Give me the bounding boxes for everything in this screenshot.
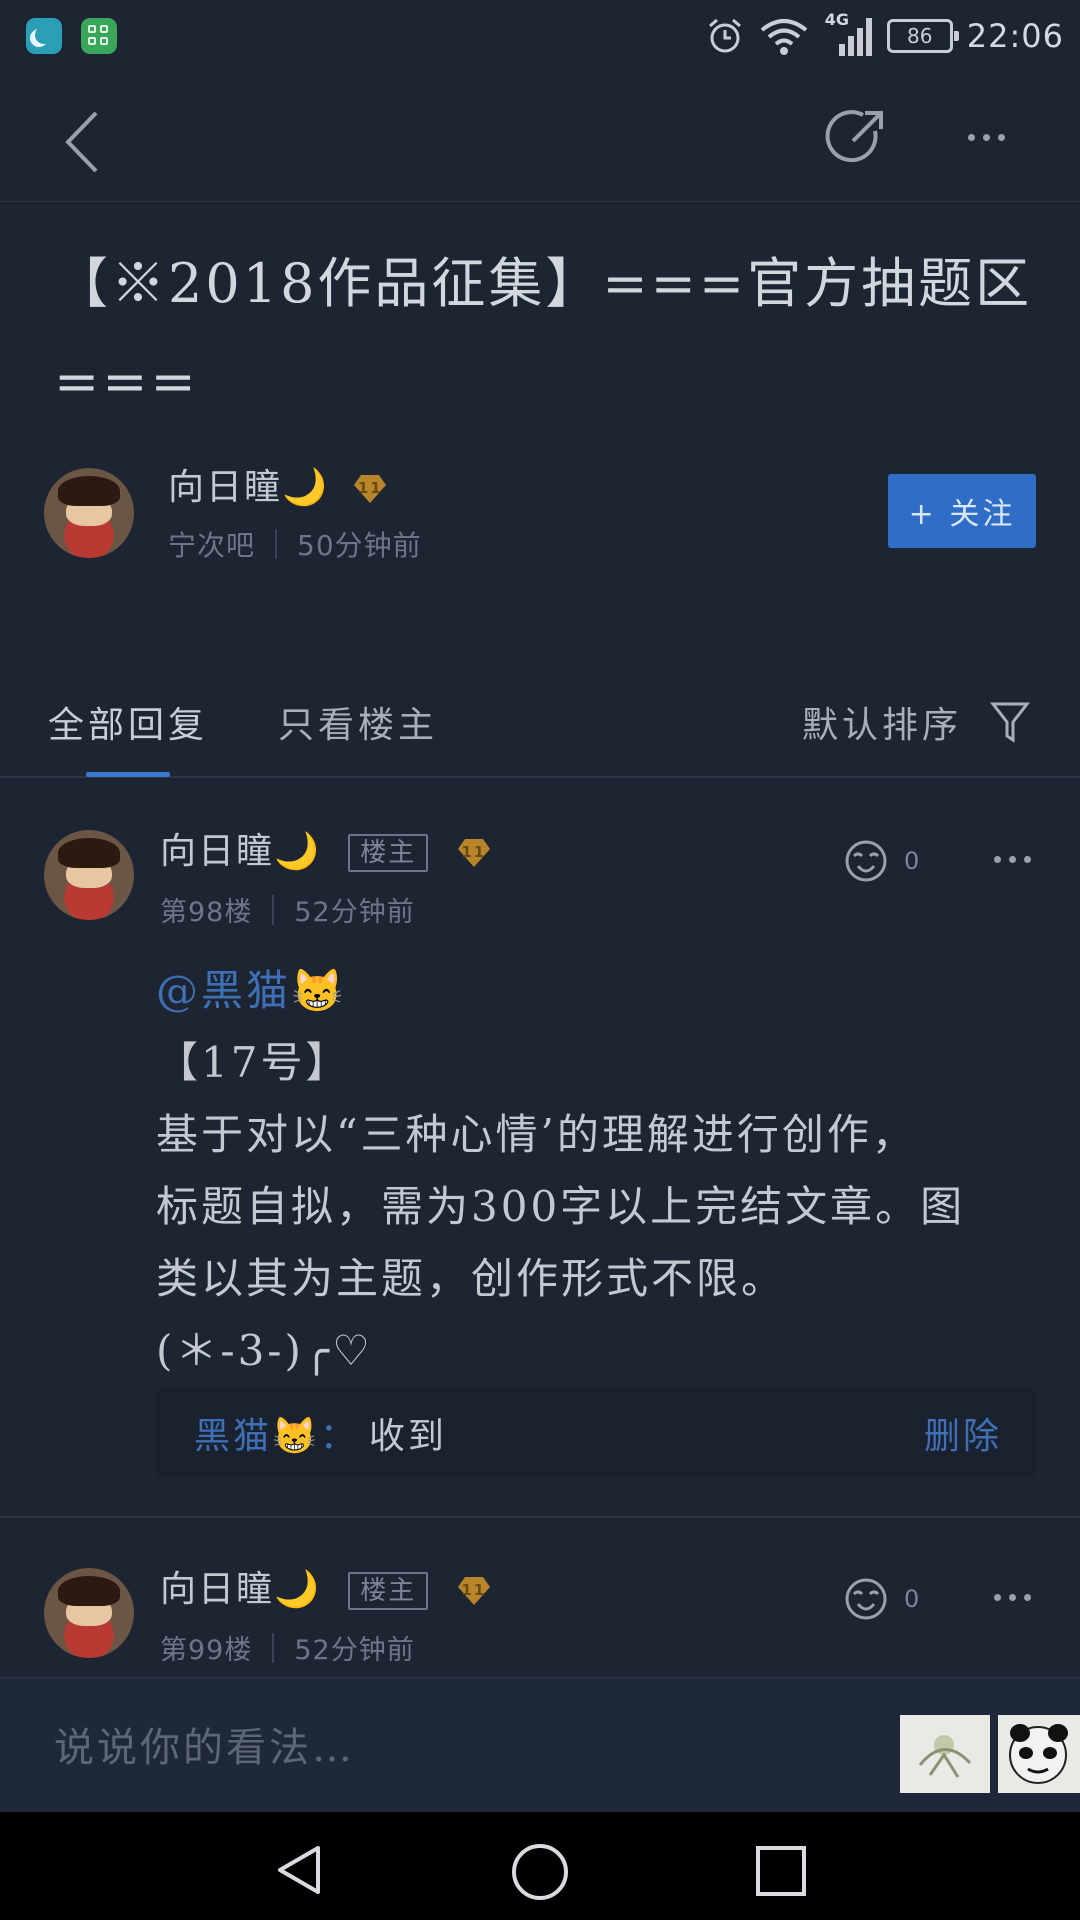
- floor-meta: 第98楼 52分钟前: [160, 890, 415, 929]
- owner-badge: 楼主: [348, 1572, 429, 1610]
- sub-reply: 黑猫😸： 收到 删除: [156, 1388, 1036, 1478]
- moon-emoji: 🌙: [274, 1569, 321, 1610]
- author-meta: 宁次吧 50分钟前: [168, 524, 422, 564]
- avatar[interactable]: [44, 468, 134, 558]
- post-time: 50分钟前: [297, 529, 422, 562]
- sub-reply-user[interactable]: 黑猫😸：: [194, 1407, 359, 1459]
- comment-input[interactable]: 说说你的看法…: [54, 1715, 355, 1773]
- more-button[interactable]: [968, 134, 1005, 141]
- system-nav-bar: [0, 1812, 1080, 1920]
- wifi-icon: [760, 19, 808, 55]
- delete-button[interactable]: 删除: [924, 1407, 1002, 1459]
- more-icon: [994, 856, 1001, 863]
- comment-bar: 说说你的看法…: [0, 1677, 1080, 1812]
- floor-time: 52分钟前: [294, 897, 415, 928]
- post-title: 【※2018作品征集】===官方抽题区===: [54, 252, 1033, 413]
- floor-more-button[interactable]: [994, 856, 1031, 863]
- floor-content: @黑猫😸 【17号】 基于对以“三种心情’的理解进行创作， 标题自拟，需为300…: [156, 955, 1036, 1387]
- floor-author-name[interactable]: 向日瞳: [160, 1569, 274, 1610]
- avatar[interactable]: [44, 1568, 134, 1658]
- forum-name[interactable]: 宁次吧: [168, 524, 255, 564]
- alarm-icon: [708, 18, 741, 53]
- sticker-thumbnail[interactable]: [998, 1715, 1080, 1793]
- sort-button[interactable]: 默认排序: [802, 696, 1030, 748]
- mention-link[interactable]: @黑猫😸: [156, 955, 1036, 1027]
- floor-meta: 第99楼 52分钟前: [160, 1628, 415, 1667]
- author-name-row: 向日瞳🌙 11: [168, 458, 388, 510]
- sticker-thumbnail[interactable]: [900, 1715, 990, 1793]
- tab-owner-only[interactable]: 只看楼主: [278, 696, 438, 748]
- like-icon: [845, 840, 887, 882]
- signal-icon: 4G: [823, 10, 873, 58]
- share-button[interactable]: [820, 102, 892, 174]
- share-icon: [825, 110, 883, 163]
- sub-reply-text: 收到: [368, 1416, 447, 1457]
- content-line: 标题自拟，需为300字以上完结文章。图: [156, 1182, 966, 1231]
- level-badge: 11: [352, 473, 388, 505]
- floor-number: 第98楼: [160, 897, 253, 928]
- grid-app-icon: [81, 18, 117, 54]
- nav-back-icon[interactable]: [272, 1842, 328, 1898]
- owner-badge: 楼主: [348, 834, 429, 872]
- sort-label: 默认排序: [801, 705, 962, 746]
- more-icon: [968, 134, 975, 141]
- avatar[interactable]: [44, 830, 134, 920]
- tab-all-replies[interactable]: 全部回复: [48, 696, 208, 748]
- battery-level: 86: [907, 24, 933, 48]
- level-badge: 11: [456, 1575, 492, 1607]
- nav-recents-icon[interactable]: [754, 1844, 808, 1898]
- tab-underline: [86, 772, 170, 777]
- top-nav: [0, 72, 1080, 202]
- content-line: 类以其为主题，创作形式不限。: [156, 1254, 787, 1303]
- author-name[interactable]: 向日瞳: [168, 467, 282, 508]
- nav-home-icon[interactable]: [510, 1842, 570, 1902]
- like-icon: [845, 1578, 887, 1620]
- back-button[interactable]: [50, 102, 114, 182]
- moon-emoji: 🌙: [274, 831, 321, 872]
- like-count: 0: [904, 847, 920, 875]
- floor-author-row: 向日瞳🌙 楼主 11: [160, 822, 492, 874]
- floor-author-row: 向日瞳🌙 楼主 11: [160, 1560, 492, 1612]
- sticker-image: [918, 1735, 972, 1778]
- battery-icon: 86: [886, 19, 959, 53]
- reply-tabs: 全部回复 只看楼主 默认排序: [0, 670, 1080, 778]
- like-button[interactable]: 0: [842, 1576, 919, 1622]
- back-icon: [65, 111, 98, 173]
- sticker-image: [1009, 1724, 1068, 1784]
- floor-author-name[interactable]: 向日瞳: [160, 831, 274, 872]
- content-line: (＊-3-)╭♡: [156, 1326, 373, 1375]
- level-badge: 11: [456, 837, 492, 869]
- content-line: 【17号】: [156, 1038, 351, 1087]
- floor-time: 52分钟前: [294, 1635, 415, 1666]
- status-time: 22:06: [966, 17, 1064, 55]
- filter-icon: [990, 702, 1030, 743]
- status-bar: 4G 86 22:06: [0, 0, 1080, 72]
- floor-divider: [0, 1516, 1080, 1518]
- moon-emoji: 🌙: [282, 467, 329, 508]
- like-count: 0: [904, 1585, 920, 1613]
- more-icon: [994, 1594, 1001, 1601]
- follow-button[interactable]: + 关注: [888, 474, 1036, 548]
- like-button[interactable]: 0: [842, 838, 919, 884]
- moon-app-icon: [26, 18, 62, 54]
- content-line: 基于对以“三种心情’的理解进行创作，: [156, 1110, 917, 1159]
- floor-number: 第99楼: [160, 1635, 253, 1666]
- floor-more-button[interactable]: [994, 1594, 1031, 1601]
